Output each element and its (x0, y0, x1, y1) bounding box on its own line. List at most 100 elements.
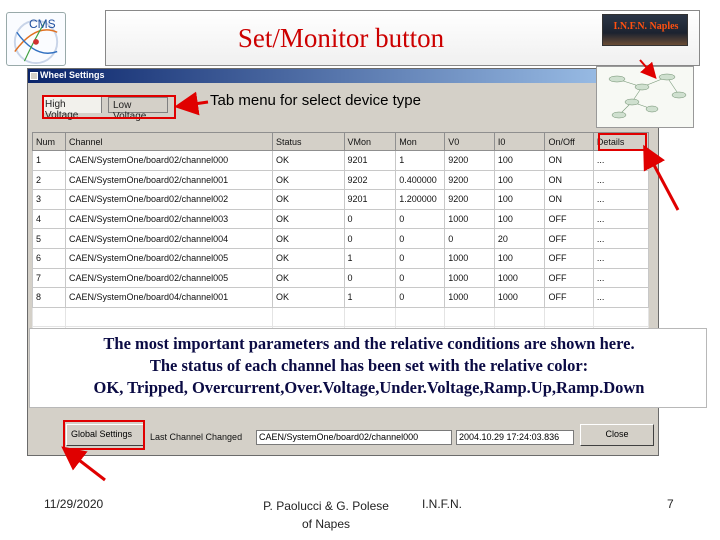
cell-v0: 9200 (444, 189, 495, 210)
cell-i0: 100 (493, 150, 546, 171)
table-row-empty (31, 306, 650, 328)
cell-empty (444, 306, 495, 328)
cell-i0: 100 (493, 208, 546, 230)
col-i0[interactable]: I0 (493, 132, 546, 151)
annotation-line-1: The most important parameters and the re… (103, 334, 635, 353)
cms-logo-text: CMS (29, 17, 56, 31)
footer-date: 11/29/2020 (44, 497, 104, 511)
cell-details[interactable]: ... (592, 208, 650, 230)
infn-naples-logo: I.N.F.N. Naples (602, 14, 688, 46)
cell-mon: 1 (395, 150, 446, 171)
col-vmon[interactable]: VMon (343, 132, 397, 151)
cell-v0: 1000 (444, 247, 495, 269)
cell-details[interactable]: ... (592, 267, 650, 289)
infn-logo-text: I.N.F.N. Naples (613, 21, 679, 32)
annotation-text: The most important parameters and the re… (30, 333, 708, 399)
cell-status: OK (271, 189, 345, 210)
cell-vmon: 9202 (343, 169, 397, 191)
last-channel-time: 2004.10.29 17:24:03.836 (456, 430, 574, 445)
cell-num: 5 (31, 228, 67, 249)
col-channel[interactable]: Channel (65, 132, 273, 151)
cell-num: 3 (31, 189, 67, 210)
cell-status: OK (271, 267, 345, 289)
cell-v0: 1000 (444, 208, 495, 230)
annotation-box: The most important parameters and the re… (29, 328, 707, 408)
cell-v0: 1000 (444, 267, 495, 289)
tab-menu-caption: Tab menu for select device type (210, 92, 421, 109)
cell-channel: CAEN/SystemOne/board02/channel002 (65, 189, 273, 210)
page-number: 7 (667, 497, 674, 511)
cell-i0: 1000 (493, 287, 546, 308)
cell-vmon: 0 (343, 228, 397, 249)
cell-channel: CAEN/SystemOne/board02/channel003 (65, 208, 273, 230)
table-row[interactable]: 3 CAEN/SystemOne/board02/channel002 OK 9201… (31, 189, 650, 210)
cell-num: 8 (31, 287, 67, 308)
col-v0[interactable]: V0 (444, 132, 495, 151)
cell-onoff: OFF (544, 267, 594, 289)
cell-num: 1 (31, 150, 67, 171)
cell-v0: 9200 (444, 169, 495, 191)
table-row[interactable]: 4 CAEN/SystemOne/board02/channel003 OK 0 0 10… (31, 208, 650, 230)
footer-authors-line-1: P. Paolucci & G. Polese (263, 499, 389, 513)
channel-table: Num Channel Status VMon Mon V0 I0 On/Off… (31, 132, 650, 347)
cell-empty (31, 306, 67, 328)
last-channel-field: CAEN/SystemOne/board02/channel000 (256, 430, 452, 445)
table-row[interactable]: 6 CAEN/SystemOne/board02/channel005 OK 1 0 10… (31, 247, 650, 269)
cell-mon: 0 (395, 287, 446, 308)
col-status[interactable]: Status (271, 132, 345, 151)
footer-institute: I.N.F.N. (422, 497, 463, 511)
table-row[interactable]: 1 CAEN/SystemOne/board02/channel000 OK 9201… (31, 150, 650, 171)
cell-channel: CAEN/SystemOne/board02/channel000 (65, 150, 273, 171)
cell-vmon: 1 (343, 287, 397, 308)
table-row[interactable]: 2 CAEN/SystemOne/board02/channel001 OK 9202… (31, 169, 650, 191)
footer-authors-line-2: of Napes (301, 517, 351, 531)
col-onoff[interactable]: On/Off (544, 132, 594, 151)
highlight-details (598, 133, 647, 151)
cell-status: OK (271, 247, 345, 269)
cell-num: 2 (31, 169, 67, 191)
cell-status: OK (271, 287, 345, 308)
cell-details[interactable]: ... (592, 169, 650, 191)
cell-num: 7 (31, 267, 67, 289)
highlight-tabs (42, 95, 176, 119)
cell-mon: 0 (395, 247, 446, 269)
annotation-line-2: The status of each channel has been set … (149, 356, 589, 375)
cell-empty (544, 306, 594, 328)
window-title: Wheel Settings (40, 70, 105, 80)
cell-details[interactable]: ... (592, 150, 650, 171)
cell-vmon: 0 (343, 267, 397, 289)
cell-mon: 0 (395, 267, 446, 289)
table-row[interactable]: 7 CAEN/SystemOne/board02/channel005 OK 0 0 10… (31, 267, 650, 289)
cell-empty (395, 306, 446, 328)
cell-details[interactable]: ... (592, 247, 650, 269)
cell-num: 4 (31, 208, 67, 230)
table-row[interactable]: 8 CAEN/SystemOne/board04/channel001 OK 1 0 10… (31, 287, 650, 308)
cell-status: OK (271, 150, 345, 171)
cell-onoff: OFF (544, 287, 594, 308)
window-system-icon[interactable] (30, 72, 38, 80)
col-num[interactable]: Num (31, 132, 67, 151)
cell-details[interactable]: ... (592, 287, 650, 308)
table-row[interactable]: 5 CAEN/SystemOne/board02/channel004 OK 0 0 0 2… (31, 228, 650, 249)
cell-vmon: 1 (343, 247, 397, 269)
cell-channel: CAEN/SystemOne/board02/channel005 (65, 267, 273, 289)
cell-channel: CAEN/SystemOne/board04/channel001 (65, 287, 273, 308)
window-titlebar[interactable]: Wheel Settings (28, 69, 658, 83)
diagram-thumbnail (596, 66, 694, 128)
annotation-line-3: OK, Tripped, Overcurrent,Over.Voltage,Un… (93, 378, 645, 397)
cell-details[interactable]: ... (592, 189, 650, 210)
cell-vmon: 0 (343, 208, 397, 230)
cell-i0: 100 (493, 247, 546, 269)
cell-details[interactable]: ... (592, 228, 650, 249)
table-header-row: Num Channel Status VMon Mon V0 I0 On/Off… (31, 132, 650, 151)
cms-logo: CMS (6, 12, 66, 66)
footer-authors: P. Paolucci & G. Polese of Napes (246, 497, 406, 533)
close-button[interactable]: Close (580, 424, 654, 446)
cell-channel: CAEN/SystemOne/board02/channel004 (65, 228, 273, 249)
cell-onoff: ON (544, 150, 594, 171)
cell-empty (271, 306, 345, 328)
cell-status: OK (271, 169, 345, 191)
cell-onoff: OFF (544, 208, 594, 230)
col-mon[interactable]: Mon (395, 132, 446, 151)
cell-vmon: 9201 (343, 150, 397, 171)
